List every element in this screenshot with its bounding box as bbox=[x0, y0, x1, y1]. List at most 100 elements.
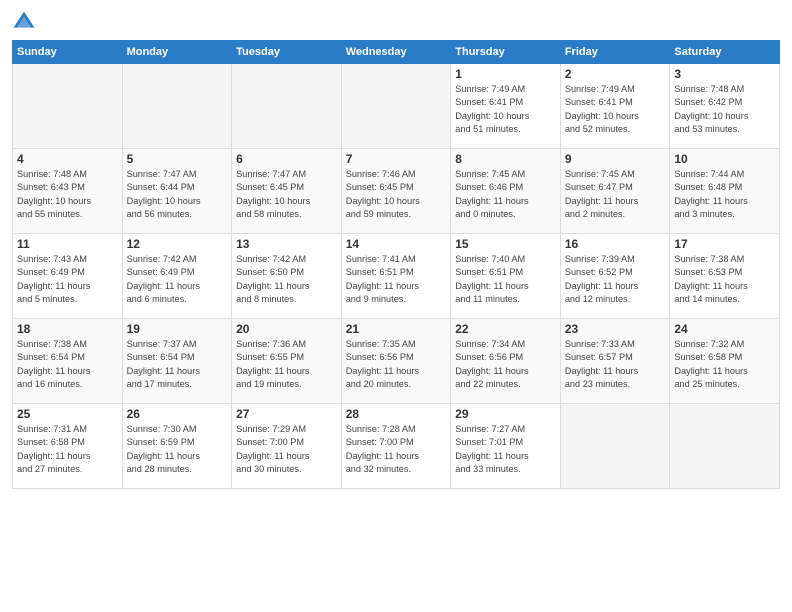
day-number: 17 bbox=[674, 237, 775, 251]
day-number: 19 bbox=[127, 322, 228, 336]
day-cell: 20 Sunrise: 7:36 AM Sunset: 6:55 PM Dayli… bbox=[232, 319, 342, 404]
day-cell: 17 Sunrise: 7:38 AM Sunset: 6:53 PM Dayli… bbox=[670, 234, 780, 319]
day-number: 2 bbox=[565, 67, 666, 81]
day-info: Sunrise: 7:40 AM Sunset: 6:51 PM Dayligh… bbox=[455, 253, 556, 306]
week-row-4: 18Sunrise: 7:38 AM Sunset: 6:54 PM Dayli… bbox=[13, 319, 780, 404]
day-number: 23 bbox=[565, 322, 666, 336]
day-cell: 11 Sunrise: 7:43 AM Sunset: 6:49 PM Dayli… bbox=[13, 234, 123, 319]
day-info: Sunrise: 7:27 AM Sunset: 7:01 PM Dayligh… bbox=[455, 423, 556, 476]
day-cell: 27 Sunrise: 7:29 AM Sunset: 7:00 PM Dayli… bbox=[232, 404, 342, 489]
week-row-1: 1 Sunrise: 7:49 AM Sunset: 6:41 PM Daylig… bbox=[13, 64, 780, 149]
day-number: 8 bbox=[455, 152, 556, 166]
calendar-table: SundayMondayTuesdayWednesdayThursdayFrid… bbox=[12, 40, 780, 489]
day-number: 15 bbox=[455, 237, 556, 251]
day-cell: 22Sunrise: 7:34 AM Sunset: 6:56 PM Dayli… bbox=[451, 319, 561, 404]
day-info: Sunrise: 7:33 AM Sunset: 6:57 PM Dayligh… bbox=[565, 338, 666, 391]
header-cell-saturday: Saturday bbox=[670, 41, 780, 64]
day-cell: 19 Sunrise: 7:37 AM Sunset: 6:54 PM Dayli… bbox=[122, 319, 232, 404]
day-cell: 7 Sunrise: 7:46 AM Sunset: 6:45 PM Daylig… bbox=[341, 149, 451, 234]
day-number: 29 bbox=[455, 407, 556, 421]
day-number: 24 bbox=[674, 322, 775, 336]
day-number: 26 bbox=[127, 407, 228, 421]
day-number: 10 bbox=[674, 152, 775, 166]
day-cell: 9 Sunrise: 7:45 AM Sunset: 6:47 PM Daylig… bbox=[560, 149, 670, 234]
day-number: 3 bbox=[674, 67, 775, 81]
day-info: Sunrise: 7:44 AM Sunset: 6:48 PM Dayligh… bbox=[674, 168, 775, 221]
day-number: 7 bbox=[346, 152, 447, 166]
day-info: Sunrise: 7:28 AM Sunset: 7:00 PM Dayligh… bbox=[346, 423, 447, 476]
calendar-body: 1 Sunrise: 7:49 AM Sunset: 6:41 PM Daylig… bbox=[13, 64, 780, 489]
day-info: Sunrise: 7:48 AM Sunset: 6:42 PM Dayligh… bbox=[674, 83, 775, 136]
day-info: Sunrise: 7:37 AM Sunset: 6:54 PM Dayligh… bbox=[127, 338, 228, 391]
header-cell-wednesday: Wednesday bbox=[341, 41, 451, 64]
day-cell: 10 Sunrise: 7:44 AM Sunset: 6:48 PM Dayli… bbox=[670, 149, 780, 234]
day-cell: 25 Sunrise: 7:31 AM Sunset: 6:58 PM Dayli… bbox=[13, 404, 123, 489]
header-cell-tuesday: Tuesday bbox=[232, 41, 342, 64]
day-cell bbox=[341, 64, 451, 149]
day-info: Sunrise: 7:49 AM Sunset: 6:41 PM Dayligh… bbox=[565, 83, 666, 136]
header bbox=[12, 10, 780, 34]
calendar-container: SundayMondayTuesdayWednesdayThursdayFrid… bbox=[0, 0, 792, 499]
day-info: Sunrise: 7:32 AM Sunset: 6:58 PM Dayligh… bbox=[674, 338, 775, 391]
day-info: Sunrise: 7:48 AM Sunset: 6:43 PM Dayligh… bbox=[17, 168, 118, 221]
day-cell: 18Sunrise: 7:38 AM Sunset: 6:54 PM Dayli… bbox=[13, 319, 123, 404]
day-cell: 15 Sunrise: 7:40 AM Sunset: 6:51 PM Dayli… bbox=[451, 234, 561, 319]
day-cell: 23 Sunrise: 7:33 AM Sunset: 6:57 PM Dayli… bbox=[560, 319, 670, 404]
header-cell-sunday: Sunday bbox=[13, 41, 123, 64]
day-cell: 13Sunrise: 7:42 AM Sunset: 6:50 PM Dayli… bbox=[232, 234, 342, 319]
day-cell bbox=[560, 404, 670, 489]
day-number: 20 bbox=[236, 322, 337, 336]
day-cell: 6Sunrise: 7:47 AM Sunset: 6:45 PM Daylig… bbox=[232, 149, 342, 234]
header-cell-thursday: Thursday bbox=[451, 41, 561, 64]
day-cell: 24 Sunrise: 7:32 AM Sunset: 6:58 PM Dayli… bbox=[670, 319, 780, 404]
day-info: Sunrise: 7:46 AM Sunset: 6:45 PM Dayligh… bbox=[346, 168, 447, 221]
day-number: 27 bbox=[236, 407, 337, 421]
day-number: 4 bbox=[17, 152, 118, 166]
day-cell: 2 Sunrise: 7:49 AM Sunset: 6:41 PM Daylig… bbox=[560, 64, 670, 149]
day-info: Sunrise: 7:38 AM Sunset: 6:54 PM Dayligh… bbox=[17, 338, 118, 391]
calendar-header: SundayMondayTuesdayWednesdayThursdayFrid… bbox=[13, 41, 780, 64]
day-info: Sunrise: 7:29 AM Sunset: 7:00 PM Dayligh… bbox=[236, 423, 337, 476]
week-row-3: 11 Sunrise: 7:43 AM Sunset: 6:49 PM Dayli… bbox=[13, 234, 780, 319]
day-cell: 5 Sunrise: 7:47 AM Sunset: 6:44 PM Daylig… bbox=[122, 149, 232, 234]
day-number: 5 bbox=[127, 152, 228, 166]
logo-icon bbox=[12, 10, 36, 34]
day-info: Sunrise: 7:36 AM Sunset: 6:55 PM Dayligh… bbox=[236, 338, 337, 391]
day-number: 25 bbox=[17, 407, 118, 421]
day-info: Sunrise: 7:47 AM Sunset: 6:44 PM Dayligh… bbox=[127, 168, 228, 221]
day-number: 14 bbox=[346, 237, 447, 251]
day-info: Sunrise: 7:45 AM Sunset: 6:46 PM Dayligh… bbox=[455, 168, 556, 221]
day-cell: 8 Sunrise: 7:45 AM Sunset: 6:46 PM Daylig… bbox=[451, 149, 561, 234]
day-number: 9 bbox=[565, 152, 666, 166]
day-number: 1 bbox=[455, 67, 556, 81]
day-info: Sunrise: 7:35 AM Sunset: 6:56 PM Dayligh… bbox=[346, 338, 447, 391]
day-cell: 28 Sunrise: 7:28 AM Sunset: 7:00 PM Dayli… bbox=[341, 404, 451, 489]
day-cell: 3 Sunrise: 7:48 AM Sunset: 6:42 PM Daylig… bbox=[670, 64, 780, 149]
day-info: Sunrise: 7:42 AM Sunset: 6:50 PM Dayligh… bbox=[236, 253, 337, 306]
day-info: Sunrise: 7:31 AM Sunset: 6:58 PM Dayligh… bbox=[17, 423, 118, 476]
day-cell: 26Sunrise: 7:30 AM Sunset: 6:59 PM Dayli… bbox=[122, 404, 232, 489]
day-info: Sunrise: 7:49 AM Sunset: 6:41 PM Dayligh… bbox=[455, 83, 556, 136]
day-number: 21 bbox=[346, 322, 447, 336]
header-cell-monday: Monday bbox=[122, 41, 232, 64]
day-info: Sunrise: 7:39 AM Sunset: 6:52 PM Dayligh… bbox=[565, 253, 666, 306]
day-number: 16 bbox=[565, 237, 666, 251]
day-cell: 14 Sunrise: 7:41 AM Sunset: 6:51 PM Dayli… bbox=[341, 234, 451, 319]
day-number: 11 bbox=[17, 237, 118, 251]
week-row-2: 4 Sunrise: 7:48 AM Sunset: 6:43 PM Daylig… bbox=[13, 149, 780, 234]
week-row-5: 25 Sunrise: 7:31 AM Sunset: 6:58 PM Dayli… bbox=[13, 404, 780, 489]
day-info: Sunrise: 7:41 AM Sunset: 6:51 PM Dayligh… bbox=[346, 253, 447, 306]
day-info: Sunrise: 7:42 AM Sunset: 6:49 PM Dayligh… bbox=[127, 253, 228, 306]
day-cell: 21 Sunrise: 7:35 AM Sunset: 6:56 PM Dayli… bbox=[341, 319, 451, 404]
header-cell-friday: Friday bbox=[560, 41, 670, 64]
day-info: Sunrise: 7:38 AM Sunset: 6:53 PM Dayligh… bbox=[674, 253, 775, 306]
day-number: 28 bbox=[346, 407, 447, 421]
day-info: Sunrise: 7:43 AM Sunset: 6:49 PM Dayligh… bbox=[17, 253, 118, 306]
day-cell: 16 Sunrise: 7:39 AM Sunset: 6:52 PM Dayli… bbox=[560, 234, 670, 319]
day-info: Sunrise: 7:34 AM Sunset: 6:56 PM Dayligh… bbox=[455, 338, 556, 391]
day-cell bbox=[13, 64, 123, 149]
day-info: Sunrise: 7:45 AM Sunset: 6:47 PM Dayligh… bbox=[565, 168, 666, 221]
day-number: 6 bbox=[236, 152, 337, 166]
day-cell bbox=[232, 64, 342, 149]
day-cell: 4 Sunrise: 7:48 AM Sunset: 6:43 PM Daylig… bbox=[13, 149, 123, 234]
